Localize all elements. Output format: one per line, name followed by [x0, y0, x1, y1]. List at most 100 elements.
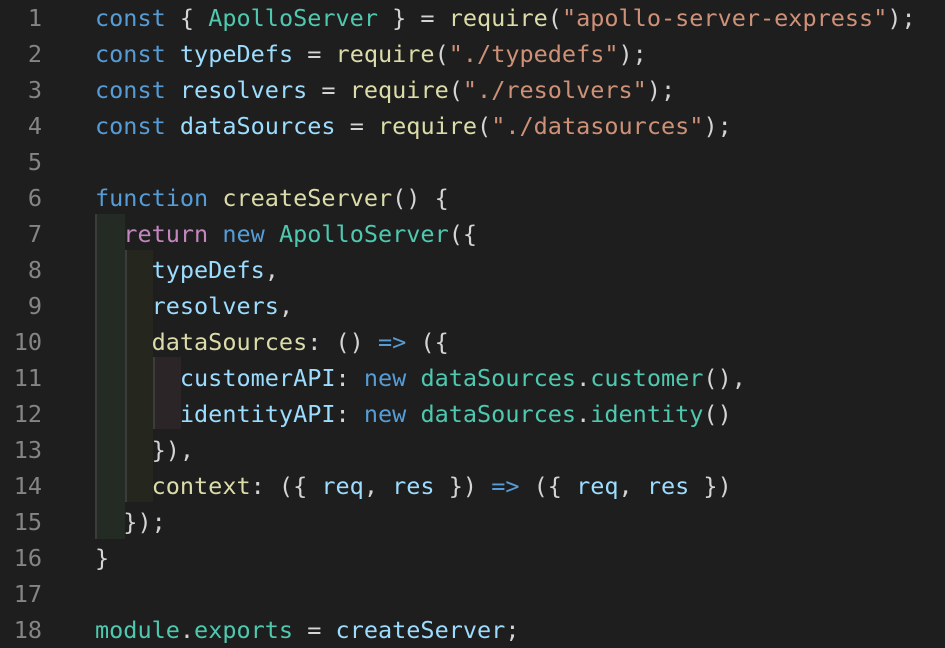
code-token: ,	[363, 472, 393, 500]
code-token: "apollo-server-express"	[561, 4, 888, 32]
code-token: });	[95, 508, 166, 536]
code-token: =	[293, 40, 336, 68]
line-code[interactable]: resolvers,	[95, 288, 294, 324]
code-token: : ()	[307, 328, 378, 356]
code-token: "./resolvers"	[462, 76, 647, 104]
code-line[interactable]: 8 typeDefs,	[0, 252, 945, 288]
code-line[interactable]: 7 return new ApolloServer({	[0, 216, 945, 252]
line-code[interactable]: identityAPI: new dataSources.identity()	[95, 396, 732, 432]
code-token: );	[887, 4, 916, 32]
line-number: 6	[27, 184, 42, 212]
line-code[interactable]: customerAPI: new dataSources.customer(),	[95, 360, 746, 396]
code-token: );	[703, 112, 732, 140]
code-token: new	[363, 364, 407, 392]
code-token: );	[618, 40, 647, 68]
code-line[interactable]: 6 function createServer() {	[0, 180, 945, 216]
line-code[interactable]: const dataSources = require("./datasourc…	[95, 108, 732, 144]
code-token: .	[179, 616, 195, 644]
code-line[interactable]: 16}	[0, 540, 945, 576]
code-token: identityAPI	[179, 400, 336, 428]
code-token: const	[95, 4, 166, 32]
code-token: identity	[590, 400, 704, 428]
code-token: =	[293, 616, 336, 644]
code-token: }),	[95, 436, 195, 464]
line-code[interactable]: typeDefs,	[95, 252, 279, 288]
line-code[interactable]: function createServer() {	[95, 180, 449, 216]
code-line[interactable]: 15 });	[0, 504, 945, 540]
line-code[interactable]: dataSources: () => ({	[95, 324, 449, 360]
code-line[interactable]: 12 identityAPI: new dataSources.identity…	[0, 396, 945, 432]
line-number: 3	[27, 76, 42, 104]
code-line[interactable]: 13 }),	[0, 432, 945, 468]
code-token: (	[477, 112, 492, 140]
code-line[interactable]: 17	[0, 576, 945, 612]
code-token: ;	[505, 616, 520, 644]
code-token: =	[335, 112, 378, 140]
line-code[interactable]: const { ApolloServer } = require("apollo…	[95, 0, 916, 36]
line-number: 2	[27, 40, 42, 68]
line-number: 7	[27, 220, 42, 248]
code-token: ApolloServer	[208, 4, 378, 32]
code-token: .	[576, 364, 591, 392]
line-number: 1	[27, 4, 42, 32]
line-code[interactable]: return new ApolloServer({	[95, 216, 477, 252]
code-line[interactable]: 10 dataSources: () => ({	[0, 324, 945, 360]
line-code[interactable]: module.exports = createServer;	[95, 612, 519, 648]
code-editor[interactable]: 1 const { ApolloServer } = require("apoll…	[0, 0, 945, 647]
code-token: } =	[377, 4, 449, 32]
code-token: require	[378, 112, 478, 140]
code-token: "./datasources"	[491, 112, 704, 140]
code-line[interactable]: 5	[0, 144, 945, 180]
code-token: req	[321, 472, 364, 500]
code-line[interactable]: 11 customerAPI: new dataSources.customer…	[0, 360, 945, 396]
line-code[interactable]: const resolvers = require("./resolvers")…	[95, 72, 675, 108]
line-number: 9	[27, 292, 42, 320]
code-token: createServer	[222, 184, 393, 212]
code-token: })	[434, 472, 492, 500]
code-token: }	[95, 544, 110, 572]
code-token: res	[392, 472, 435, 500]
code-line[interactable]: 14 context: ({ req, res }) => ({ req, re…	[0, 468, 945, 504]
line-code[interactable]: });	[95, 504, 166, 540]
code-token: customer	[590, 364, 704, 392]
code-line[interactable]: 2 const typeDefs = require("./typedefs");	[0, 36, 945, 72]
code-token: :	[335, 364, 364, 392]
line-number: 14	[13, 472, 42, 500]
line-code[interactable]: context: ({ req, res }) => ({ req, res }…	[95, 468, 732, 504]
code-token: typeDefs	[179, 40, 294, 68]
code-line[interactable]: 4 const dataSources = require("./datasour…	[0, 108, 945, 144]
line-number: 12	[13, 400, 42, 428]
code-token: () {	[392, 184, 449, 212]
line-code[interactable]: }),	[95, 432, 194, 468]
code-token: dataSources	[179, 112, 336, 140]
code-line[interactable]: 3 const resolvers = require("./resolvers"…	[0, 72, 945, 108]
code-token: .	[576, 400, 591, 428]
code-token: :	[335, 400, 364, 428]
code-token: require	[335, 40, 435, 68]
code-token: new	[222, 220, 265, 248]
code-line[interactable]: 9 resolvers,	[0, 288, 945, 324]
code-token: const	[95, 112, 166, 140]
code-token: ,	[278, 292, 294, 320]
code-token: function	[95, 184, 209, 212]
code-token: ({	[406, 328, 449, 356]
code-line[interactable]: 1 const { ApolloServer } = require("apoll…	[0, 0, 945, 36]
line-code[interactable]: const typeDefs = require("./typedefs");	[95, 36, 647, 72]
code-token: ,	[618, 472, 647, 500]
code-token: typeDefs	[151, 256, 265, 284]
line-number: 17	[13, 580, 42, 608]
code-line[interactable]: 18 module.exports = createServer;	[0, 612, 945, 648]
code-token: =>	[491, 472, 520, 500]
code-token: ,	[264, 256, 279, 284]
code-token: const	[95, 76, 166, 104]
line-code[interactable]: }	[95, 540, 109, 576]
